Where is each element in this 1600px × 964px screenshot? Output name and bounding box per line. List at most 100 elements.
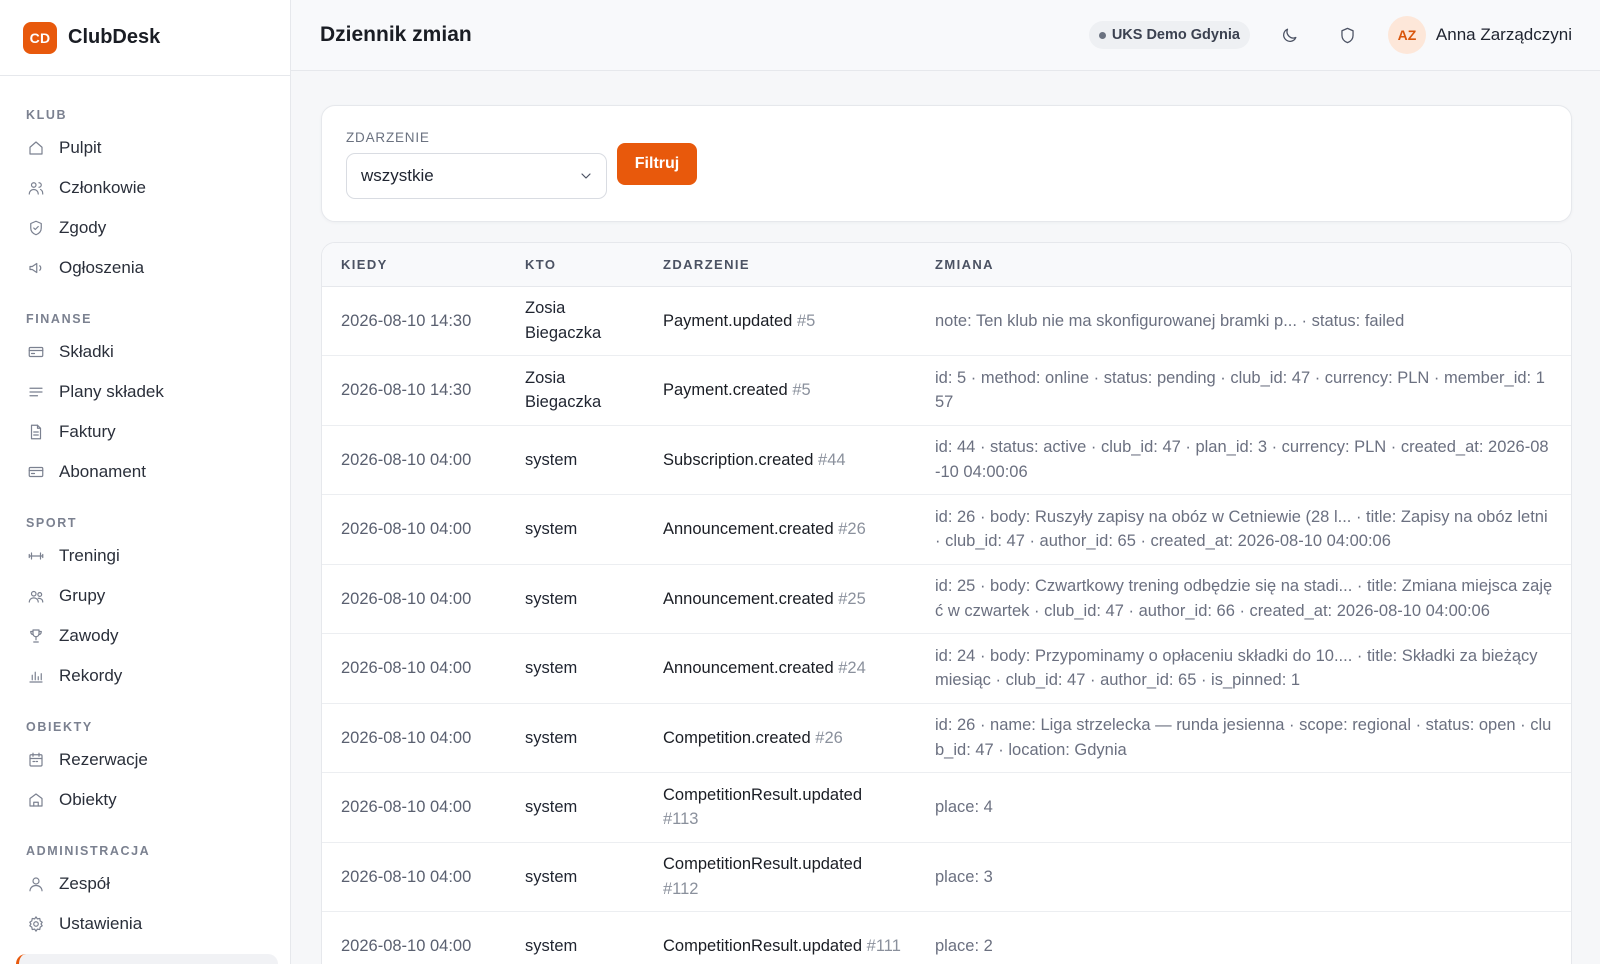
cell-event: Competition.created #26 [644, 703, 916, 773]
sidebar-item-faktury[interactable]: Faktury [0, 412, 290, 452]
user-name[interactable]: Anna Zarządczyni [1436, 25, 1572, 45]
cell-event: CompetitionResult.updated #111 [644, 911, 916, 964]
club-badge[interactable]: UKS Demo Gdynia [1088, 21, 1250, 49]
cell-change: note: Ten klub nie ma skonfigurowanej br… [916, 286, 1571, 356]
avatar[interactable]: AZ [1387, 16, 1426, 54]
table-header-row: KIEDY KTO ZDARZENIE ZMIANA [322, 243, 1571, 287]
cell-change: place: 3 [916, 842, 1571, 912]
card-icon [27, 343, 45, 361]
sidebar-item-grupy[interactable]: Grupy [0, 576, 290, 616]
sidebar-item-plany-skladek[interactable]: Plany składek [0, 372, 290, 412]
sidebar-item-label: Treningi [59, 546, 120, 565]
cell-event: Subscription.created #44 [644, 425, 916, 495]
sidebar-nav: KLUB Pulpit Członkowie Zgody Ogłoszenia FINAN… [0, 76, 290, 944]
cell-who: system [506, 772, 644, 843]
sidebar-item-active[interactable] [16, 954, 278, 964]
sidebar-item-label: Ogłoszenia [59, 258, 145, 277]
sidebar-section-obiekty: OBIEKTY Rezerwacje Obiekty [0, 702, 290, 820]
event-name: Payment.created [663, 381, 788, 399]
theme-toggle-button[interactable] [1272, 17, 1308, 53]
event-ref: #44 [818, 450, 846, 469]
sidebar-item-ustawienia[interactable]: Ustawienia [0, 904, 290, 944]
sidebar-item-skladki[interactable]: Składki [0, 332, 290, 372]
table-row: 2026-08-10 04:00 system CompetitionResult.… [322, 842, 1571, 912]
cell-who: Zosia Biegaczka [506, 286, 644, 356]
filter-label: ZDARZENIE [346, 130, 430, 145]
cell-change: id: 24 · body: Przypominamy o opłaceniu … [916, 633, 1571, 704]
cell-when: 2026-08-10 14:30 [322, 355, 506, 426]
sidebar-item-label: Grupy [59, 586, 106, 605]
event-name: Announcement.created [663, 520, 834, 538]
cell-who: system [506, 425, 644, 495]
shield-icon [1341, 27, 1355, 43]
brand[interactable]: CD ClubDesk [0, 0, 290, 76]
table-row: 2026-08-10 14:30 Zosia Biegaczka Payment.c… [322, 355, 1571, 426]
event-name: Subscription.created [663, 450, 814, 469]
card-icon [27, 463, 45, 481]
sidebar-item-label: Obiekty [59, 790, 117, 809]
list-icon [27, 383, 45, 401]
cell-when: 2026-08-10 04:00 [322, 633, 506, 704]
column-header-who: KTO [506, 243, 644, 287]
event-ref: #26 [838, 520, 866, 538]
moon-icon [1283, 28, 1297, 42]
event-name: Announcement.created [663, 659, 834, 677]
dumbbell-icon [27, 547, 45, 565]
cell-when: 2026-08-10 04:00 [322, 425, 506, 495]
brand-logo: CD [23, 21, 57, 54]
sidebar-item-label: Składki [59, 342, 114, 361]
security-button[interactable] [1330, 17, 1366, 53]
cell-when: 2026-08-10 04:00 [322, 703, 506, 773]
sidebar-section-title: ADMINISTRACJA [26, 844, 151, 858]
table-row: 2026-08-10 04:00 system CompetitionResult.… [322, 772, 1571, 843]
sidebar-item-zespol[interactable]: Zespół [0, 864, 290, 904]
event-ref: #113 [663, 810, 699, 829]
bar-chart-icon [27, 667, 45, 685]
sidebar-item-rezerwacje[interactable]: Rezerwacje [0, 740, 290, 780]
event-name: CompetitionResult.updated [663, 937, 863, 955]
sidebar-item-pulpit[interactable]: Pulpit [0, 128, 290, 168]
cell-change: id: 26 · name: Liga strzelecka — runda j… [916, 703, 1571, 773]
home-icon [27, 139, 45, 157]
gear-icon [27, 915, 45, 933]
cell-event: CompetitionResult.updated #113 [644, 772, 916, 843]
cell-who: system [506, 494, 644, 565]
changelog-table-card: KIEDY KTO ZDARZENIE ZMIANA 2026-08-10 14… [321, 242, 1572, 964]
sidebar-item-zgody[interactable]: Zgody [0, 208, 290, 248]
sidebar-item-obiekty[interactable]: Obiekty [0, 780, 290, 820]
column-header-when: KIEDY [322, 243, 506, 287]
sidebar-item-label: Faktury [59, 422, 116, 441]
sidebar-item-label: Pulpit [59, 138, 102, 157]
sidebar-section-title: FINANSE [26, 312, 93, 326]
event-ref: #24 [838, 659, 866, 677]
sidebar-item-treningi[interactable]: Treningi [0, 536, 290, 576]
sidebar-item-ogloszenia[interactable]: Ogłoszenia [0, 248, 290, 288]
cell-event: Announcement.created #25 [644, 564, 916, 634]
megaphone-icon [27, 259, 45, 277]
cell-when: 2026-08-10 04:00 [322, 564, 506, 634]
sidebar-item-label: Zespół [59, 874, 111, 893]
sidebar-item-label: Członkowie [59, 178, 146, 197]
sidebar-item-czlonkowie[interactable]: Członkowie [0, 168, 290, 208]
sidebar-item-label: Zawody [59, 626, 119, 645]
chevron-down-icon [578, 168, 594, 184]
filter-button[interactable]: Filtruj [617, 143, 697, 185]
event-ref: #26 [815, 728, 843, 747]
event-select[interactable]: wszystkie [346, 153, 607, 199]
cell-change: place: 2 [916, 911, 1571, 964]
sidebar-item-label: Zgody [59, 218, 107, 237]
trophy-icon [27, 627, 45, 645]
sidebar-section-title: KLUB [26, 108, 68, 122]
shield-check-icon [27, 219, 45, 237]
sidebar-section-klub: KLUB Pulpit Członkowie Zgody Ogłoszenia [0, 90, 290, 288]
event-ref: #5 [792, 381, 811, 399]
event-ref: #25 [838, 589, 866, 608]
sidebar-item-abonament[interactable]: Abonament [0, 452, 290, 492]
table-row: 2026-08-10 04:00 system Announcement.creat… [322, 564, 1571, 634]
event-select-value: wszystkie [361, 166, 434, 185]
sidebar-item-zawody[interactable]: Zawody [0, 616, 290, 656]
user-icon [27, 875, 45, 893]
topbar-actions: UKS Demo Gdynia AZ Anna Zarządczyni [1088, 16, 1572, 54]
cell-change: place: 4 [916, 772, 1571, 843]
sidebar-item-rekordy[interactable]: Rekordy [0, 656, 290, 696]
